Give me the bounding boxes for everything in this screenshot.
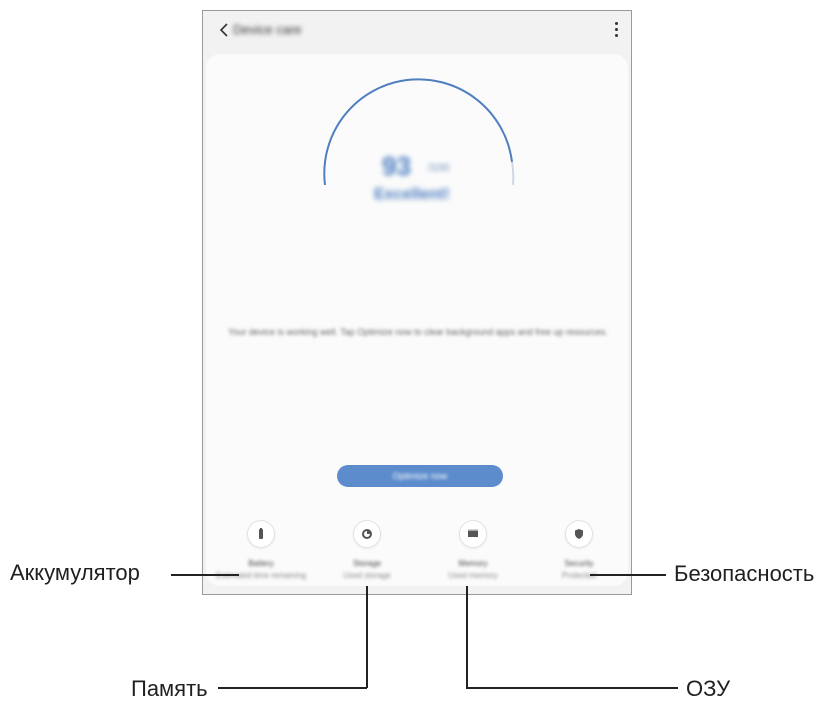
category-sub: Used storage	[343, 571, 391, 580]
callout-line-security	[590, 574, 666, 576]
description-text: Your device is working well. Tap Optimiz…	[228, 327, 608, 337]
callout-line-storage-h	[218, 687, 367, 689]
security-icon	[566, 521, 592, 547]
callout-line-storage-v	[366, 586, 368, 688]
category-storage[interactable]: Storage Used storage	[317, 521, 417, 596]
callout-line-ram-h	[466, 687, 678, 689]
page-title: Device care	[233, 22, 302, 37]
category-sub: Used memory	[448, 571, 498, 580]
category-label: Battery	[248, 559, 274, 568]
callout-line-battery	[171, 574, 239, 576]
app-bar: Device care	[203, 11, 631, 51]
score-unit: /100	[428, 162, 450, 174]
back-icon[interactable]	[215, 20, 235, 40]
optimize-now-button[interactable]: Optimize now	[337, 465, 503, 487]
more-options-icon[interactable]	[611, 19, 621, 41]
category-sub: Estimated time remaining	[215, 571, 307, 580]
category-sub: Protected	[561, 571, 597, 580]
device-care-card: 93 /100 Excellent! Your device is workin…	[206, 54, 628, 586]
callout-line-ram-v	[466, 586, 468, 688]
callout-battery: Аккумулятор	[10, 560, 140, 585]
memory-icon	[460, 521, 486, 547]
category-label: Storage	[352, 559, 382, 568]
category-security[interactable]: Security Protected	[529, 521, 629, 596]
battery-icon	[248, 521, 274, 547]
score-value: 93	[382, 151, 411, 181]
device-screen: Device care 93 /100 Excellent! Your devi…	[202, 10, 632, 595]
category-label: Memory	[458, 559, 488, 568]
optimize-now-label: Optimize now	[392, 471, 448, 481]
callout-ram: ОЗУ	[686, 676, 731, 701]
storage-icon	[354, 521, 380, 547]
callout-security: Безопасность	[674, 561, 815, 586]
score-gauge	[323, 78, 515, 186]
category-battery[interactable]: Battery Estimated time remaining	[211, 521, 311, 596]
callout-storage: Память	[131, 676, 208, 701]
category-label: Security	[564, 559, 594, 568]
category-memory[interactable]: Memory Used memory	[423, 521, 523, 596]
status-text: Excellent!	[374, 186, 450, 203]
